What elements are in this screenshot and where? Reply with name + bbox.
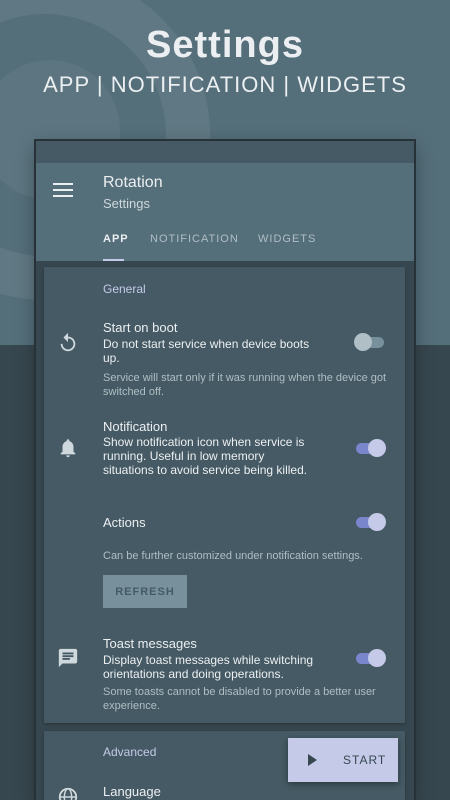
- app-title: Rotation: [103, 174, 163, 191]
- section-header-advanced: Advanced: [103, 745, 157, 759]
- tab-indicator: [103, 259, 124, 261]
- pref-title-actions[interactable]: Actions: [103, 515, 146, 530]
- pref-summary-toast: Display toast messages while switching o…: [103, 653, 314, 681]
- pref-title-language[interactable]: Language: [103, 784, 161, 799]
- start-on-boot-switch[interactable]: [354, 331, 388, 353]
- message-icon: [58, 648, 78, 668]
- section-header-general: General: [103, 282, 146, 296]
- pref-summary-start-on-boot: Do not start service when device boots u…: [103, 337, 310, 365]
- status-bar: [36, 141, 414, 163]
- tab-notification[interactable]: NOTIFICATION: [150, 233, 239, 245]
- bell-icon: [60, 439, 76, 458]
- pref-title-start-on-boot[interactable]: Start on boot: [103, 320, 177, 335]
- pref-note-actions: Can be further customized under notifica…: [103, 550, 363, 562]
- start-label: START: [343, 753, 387, 767]
- pref-note-start-on-boot: Service will start only if it was runnin…: [103, 372, 387, 398]
- tab-widgets[interactable]: WIDGETS: [258, 233, 316, 245]
- toast-switch[interactable]: [354, 647, 388, 669]
- menu-icon[interactable]: [53, 183, 73, 199]
- general-card: General Start on boot Do not start servi…: [44, 267, 405, 723]
- tab-bar: APP NOTIFICATION WIDGETS: [36, 217, 414, 261]
- globe-icon: [58, 787, 78, 800]
- start-button[interactable]: START: [288, 738, 398, 782]
- refresh-button[interactable]: REFRESH: [103, 575, 187, 608]
- phone-screen: Rotation Settings APP NOTIFICATION WIDGE…: [36, 141, 414, 800]
- hero-title: Settings: [146, 24, 304, 66]
- restart-icon: [60, 332, 76, 352]
- actions-switch[interactable]: [354, 511, 388, 533]
- pref-summary-notification: Show notification icon when service is r…: [103, 435, 308, 477]
- pref-title-notification[interactable]: Notification: [103, 419, 167, 434]
- pref-note-toast: Some toasts cannot be disabled to provid…: [103, 686, 376, 712]
- app-subtitle: Settings: [103, 196, 150, 211]
- tab-app[interactable]: APP: [103, 233, 129, 245]
- app-bar: Rotation Settings APP NOTIFICATION WIDGE…: [36, 163, 414, 261]
- pref-title-toast[interactable]: Toast messages: [103, 636, 197, 651]
- notification-switch[interactable]: [354, 437, 388, 459]
- play-icon: [308, 754, 317, 766]
- hero-subtitle: APP | NOTIFICATION | WIDGETS: [43, 72, 407, 97]
